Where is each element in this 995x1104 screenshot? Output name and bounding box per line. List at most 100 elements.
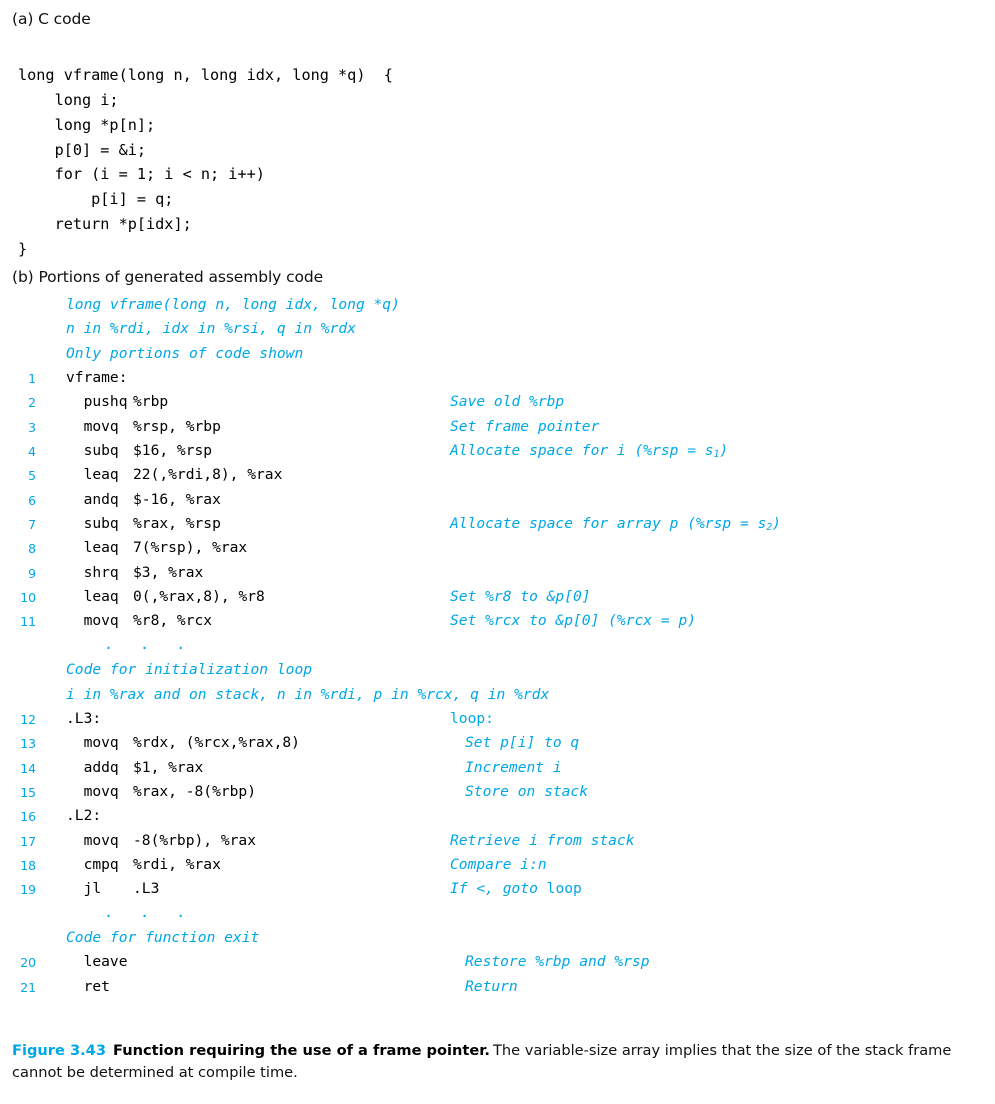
assembly-line-number: 16 — [20, 809, 36, 825]
assembly-operands: %rax, -8(%rbp) — [133, 782, 257, 800]
assembly-line-number: 1 — [28, 371, 36, 387]
assembly-mnemonic: leaq — [66, 466, 119, 484]
assembly-mnemonic: leaq — [66, 539, 119, 557]
assembly-mnemonic: pushq — [66, 393, 128, 411]
assembly-mnemonic: ret — [66, 977, 110, 995]
assembly-code-row: 21 ret Return — [0, 978, 995, 1002]
assembly-line-number: 21 — [20, 979, 36, 995]
assembly-mnemonic: leaq — [66, 588, 119, 606]
assembly-code-row: 1 vframe: — [0, 369, 995, 393]
assembly-code-row: 12 .L3: loop: — [0, 710, 995, 734]
assembly-annotation-row: Code for function exit — [0, 929, 995, 953]
section-label-c-code: (a) C code — [12, 10, 91, 28]
assembly-annotation-text: i in %rax and on stack, n in %rdi, p in … — [66, 685, 550, 703]
assembly-comment: Return — [465, 977, 518, 995]
assembly-line-number: 2 — [28, 395, 36, 411]
assembly-comment: Increment i — [465, 758, 562, 776]
assembly-line-number: 10 — [20, 590, 36, 606]
assembly-line-number: 12 — [20, 711, 36, 727]
assembly-operands: $-16, %rax — [133, 490, 221, 508]
assembly-annotation-row: long vframe(long n, long idx, long *q) — [0, 296, 995, 320]
assembly-code-row: 18 cmpq %rdi, %rax Compare i:n — [0, 856, 995, 880]
assembly-mnemonic: leave — [66, 953, 128, 971]
figure-title: Function requiring the use of a frame po… — [113, 1042, 490, 1059]
assembly-operands: $3, %rax — [133, 563, 204, 581]
assembly-code-row: 11 movq %r8, %rcx Set %rcx to &p[0] (%rcx … — [0, 612, 995, 636]
assembly-line-number: 17 — [20, 833, 36, 849]
assembly-operands: %rdx, (%rcx,%rax,8) — [133, 734, 300, 752]
assembly-ellipsis-row: . . . — [0, 902, 995, 929]
assembly-code-row: 20 leave Restore %rbp and %rsp — [0, 953, 995, 977]
assembly-code-row: 10 leaq 0(,%rax,8), %r8 Set %r8 to &p[0] — [0, 588, 995, 612]
assembly-comment: Allocate space for i (%rsp = s1) — [450, 442, 729, 461]
ellipsis-marker: . . . — [104, 634, 195, 653]
assembly-code-row: 19 jl .L3 If <, goto loop — [0, 880, 995, 904]
assembly-line-number: 3 — [28, 419, 36, 435]
assembly-comment: Retrieve i from stack — [450, 831, 635, 849]
assembly-code-row: 15 movq %rax, -8(%rbp) Store on stack — [0, 783, 995, 807]
assembly-code-row: 9 shrq $3, %rax — [0, 564, 995, 588]
assembly-annotation-text: Only portions of code shown — [66, 344, 304, 362]
assembly-code-row: 6 andq $-16, %rax — [0, 491, 995, 515]
assembly-mnemonic: movq — [66, 417, 119, 435]
assembly-comment: Compare i:n — [450, 855, 547, 873]
assembly-comment: Allocate space for array p (%rsp = s2) — [450, 515, 781, 534]
assembly-code-row: 3 movq %rsp, %rbp Set frame pointer — [0, 418, 995, 442]
assembly-mnemonic: .L2: — [66, 807, 102, 825]
assembly-code-row: 17 movq -8(%rbp), %rax Retrieve i from sta… — [0, 832, 995, 856]
assembly-comment: Set p[i] to q — [465, 734, 580, 752]
assembly-operands: %r8, %rcx — [133, 612, 213, 630]
figure-number: Figure 3.43 — [12, 1042, 106, 1059]
assembly-comment: Set %rcx to &p[0] (%rcx = p) — [450, 612, 697, 630]
assembly-mnemonic: jl — [66, 880, 102, 898]
c-code-listing: long vframe(long n, long idx, long *q) {… — [18, 66, 393, 258]
assembly-mnemonic: .L3: — [66, 709, 102, 727]
assembly-code-row: 16 .L2: — [0, 807, 995, 831]
assembly-mnemonic: andq — [66, 490, 119, 508]
assembly-annotation-text: Code for function exit — [66, 928, 260, 946]
assembly-listing: long vframe(long n, long idx, long *q) n … — [0, 296, 995, 1002]
assembly-annotation-row: Code for initialization loop — [0, 661, 995, 685]
assembly-comment: Store on stack — [465, 782, 589, 800]
assembly-line-number: 6 — [28, 492, 36, 508]
assembly-code-row: 4 subq $16, %rsp Allocate space for i (%rs… — [0, 442, 995, 466]
assembly-mnemonic: shrq — [66, 563, 119, 581]
assembly-annotation-row: n in %rdi, idx in %rsi, q in %rdx — [0, 320, 995, 344]
assembly-code-row: 7 subq %rax, %rsp Allocate space for array… — [0, 515, 995, 539]
assembly-comment: Save old %rbp — [450, 393, 565, 411]
assembly-line-number: 11 — [20, 614, 36, 630]
assembly-mnemonic: subq — [66, 442, 119, 460]
assembly-mnemonic: movq — [66, 831, 119, 849]
assembly-mnemonic: movq — [66, 782, 119, 800]
assembly-operands: %rax, %rsp — [133, 515, 221, 533]
assembly-operands: 0(,%rax,8), %r8 — [133, 588, 265, 606]
assembly-operands: %rsp, %rbp — [133, 417, 221, 435]
assembly-annotation-row: Only portions of code shown — [0, 345, 995, 369]
assembly-mnemonic: movq — [66, 734, 119, 752]
assembly-mnemonic: addq — [66, 758, 119, 776]
assembly-mnemonic: cmpq — [66, 855, 119, 873]
assembly-code-row: 13 movq %rdx, (%rcx,%rax,8) Set p[i] to q — [0, 734, 995, 758]
figure-caption: Figure 3.43 Function requiring the use of… — [12, 1040, 972, 1084]
section-label-assembly: (b) Portions of generated assembly code — [12, 268, 324, 286]
assembly-line-number: 9 — [28, 565, 36, 581]
assembly-mnemonic: movq — [66, 612, 119, 630]
assembly-operands: $16, %rsp — [133, 442, 213, 460]
assembly-annotation-row: i in %rax and on stack, n in %rdi, p in … — [0, 686, 995, 710]
assembly-line-number: 5 — [28, 468, 36, 484]
assembly-comment: Restore %rbp and %rsp — [465, 953, 650, 971]
assembly-annotation-text: n in %rdi, idx in %rsi, q in %rdx — [66, 320, 356, 338]
assembly-operands: -8(%rbp), %rax — [133, 831, 257, 849]
assembly-annotation-text: Code for initialization loop — [66, 661, 313, 679]
assembly-code-row: 8 leaq 7(%rsp), %rax — [0, 539, 995, 563]
assembly-mnemonic: vframe: — [66, 369, 128, 387]
assembly-operands: %rbp — [133, 393, 169, 411]
assembly-code-row: 14 addq $1, %rax Increment i — [0, 759, 995, 783]
assembly-code-row: 5 leaq 22(,%rdi,8), %rax — [0, 466, 995, 490]
assembly-line-number: 19 — [20, 882, 36, 898]
assembly-ellipsis-row: . . . — [0, 634, 995, 661]
ellipsis-marker: . . . — [104, 902, 195, 921]
assembly-line-number: 7 — [28, 517, 36, 533]
assembly-operands: 7(%rsp), %rax — [133, 539, 248, 557]
assembly-comment: loop: — [450, 709, 494, 727]
